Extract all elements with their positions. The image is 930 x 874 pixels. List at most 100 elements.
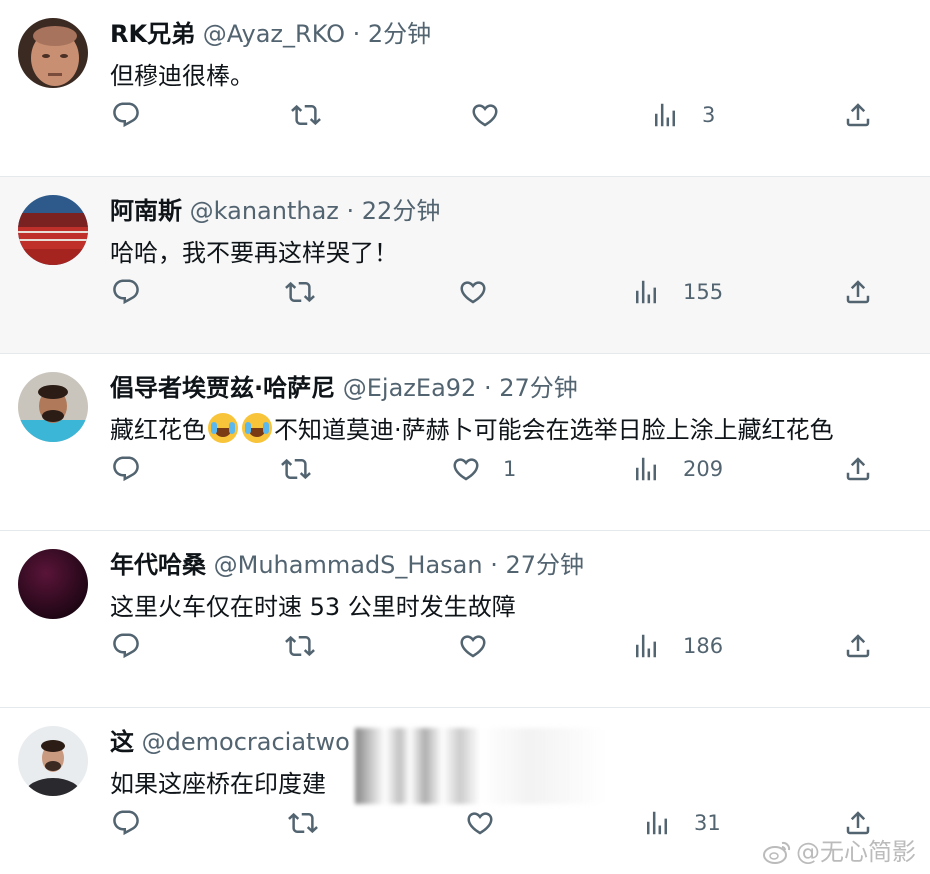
reply-button[interactable] [111,806,141,840]
share-button[interactable] [843,452,873,486]
share-button[interactable] [843,629,873,663]
separator-dot: · [476,374,500,402]
views-count: 31 [694,811,721,835]
share-button[interactable] [843,275,873,309]
avatar[interactable] [18,726,88,796]
tears-of-joy-emoji-icon [242,413,272,443]
share-icon [843,631,873,661]
author-name[interactable]: RK兄弟 [110,20,195,48]
timestamp[interactable]: 27分钟 [505,551,584,579]
tweet-text: 哈哈，我不要再这样哭了！ [110,239,398,267]
tweet-header: 阿南斯 @kananthaz · 22分钟 [110,193,440,229]
avatar-image [18,18,88,88]
tweet-card[interactable]: 年代哈桑 @MuhammadS_Hasan · 27分钟 这里火车仅在时速 53… [0,531,930,708]
views-icon [631,631,661,661]
reply-button[interactable] [111,275,141,309]
retweet-button[interactable] [288,806,318,840]
avatar[interactable] [18,195,88,265]
views-count: 209 [683,457,724,481]
author-handle[interactable]: @democraciatwo [142,728,350,756]
like-button[interactable] [470,98,522,132]
reply-icon [111,454,141,484]
like-icon [458,277,488,307]
tears-of-joy-emoji-icon [208,413,238,443]
tweet-card[interactable]: 阿南斯 @kananthaz · 22分钟 哈哈，我不要再这样哭了！ 155 [0,177,930,354]
author-name[interactable]: 倡导者埃贾兹·哈萨尼 [110,374,335,402]
reply-button[interactable] [111,98,141,132]
avatar[interactable] [18,549,88,619]
like-icon [451,454,481,484]
author-handle[interactable]: @MuhammadS_Hasan [214,551,483,579]
retweet-icon [291,100,321,130]
retweet-icon [285,631,315,661]
avatar-image [18,195,88,265]
views-count: 3 [702,103,716,127]
author-handle[interactable]: @EjazEa92 [343,374,477,402]
views-icon [642,808,672,838]
like-button[interactable] [465,806,517,840]
like-count: 1 [503,457,517,481]
tweet-header: RK兄弟 @Ayaz_RKO · 2分钟 [110,16,431,52]
timestamp[interactable]: 22分钟 [362,197,441,225]
author-handle[interactable]: @kananthaz [190,197,339,225]
reply-icon [111,277,141,307]
reply-icon [111,631,141,661]
tweet-text: 但穆迪很棒。 [110,62,254,90]
watermark: @无心简影 [762,834,916,870]
tweet-text: 藏红花色 不知道莫迪·萨赫卜可能会在选举日脸上涂上藏红花色 [110,410,925,450]
like-icon [470,100,500,130]
timestamp[interactable]: 2分钟 [368,20,431,48]
share-button[interactable] [843,98,873,132]
views-button[interactable]: 31 [642,806,721,840]
separator-dot: · [345,20,368,48]
like-button[interactable]: 1 [451,452,516,486]
tweet-header: 倡导者埃贾兹·哈萨尼 @EjazEa92 · 27分钟 [110,370,578,406]
retweet-icon [281,454,311,484]
avatar-image [18,372,88,442]
timestamp[interactable]: 27分钟 [499,374,578,402]
tweet-card[interactable]: RK兄弟 @Ayaz_RKO · 2分钟 但穆迪很棒。 3 [0,0,930,177]
tweet-text-part: 不知道莫迪·萨赫卜可能会在选举日脸上涂上藏红花色 [274,416,834,444]
like-icon [465,808,495,838]
views-count: 155 [683,280,724,304]
views-button[interactable]: 186 [631,629,723,663]
share-icon [843,454,873,484]
views-button[interactable]: 155 [631,275,723,309]
author-name[interactable]: 年代哈桑 [110,551,206,579]
separator-dot: · [482,551,506,579]
tweet-header: 年代哈桑 @MuhammadS_Hasan · 27分钟 [110,547,584,583]
reply-icon [111,808,141,838]
views-button[interactable]: 3 [650,98,715,132]
author-name[interactable]: 这 [110,728,134,756]
retweet-icon [288,808,318,838]
tweet-text-part: 藏红花色 [110,416,206,444]
retweet-button[interactable] [281,452,311,486]
reply-button[interactable] [111,629,141,663]
separator-dot: · [338,197,362,225]
retweet-icon [285,277,315,307]
avatar[interactable] [18,372,88,442]
watermark-text: @无心简影 [796,838,916,866]
retweet-button[interactable] [285,275,315,309]
like-button[interactable] [458,629,510,663]
avatar-image [18,726,88,796]
like-icon [458,631,488,661]
tweet-text: 这里火车仅在时速 53 公里时发生故障 [110,593,516,621]
retweet-button[interactable] [291,98,321,132]
avatar[interactable] [18,18,88,88]
share-icon [843,100,873,130]
like-button[interactable] [458,275,510,309]
reply-icon [111,100,141,130]
reply-button[interactable] [111,452,141,486]
avatar-image [18,549,88,619]
views-icon [650,100,680,130]
share-icon [843,277,873,307]
views-button[interactable]: 209 [631,452,723,486]
retweet-button[interactable] [285,629,315,663]
views-icon [631,277,661,307]
author-handle[interactable]: @Ayaz_RKO [203,20,345,48]
views-count: 186 [683,634,724,658]
author-name[interactable]: 阿南斯 [110,197,182,225]
tweet-card[interactable]: 倡导者埃贾兹·哈萨尼 @EjazEa92 · 27分钟 藏红花色 不知道莫迪·萨赫… [0,354,930,531]
views-icon [631,454,661,484]
